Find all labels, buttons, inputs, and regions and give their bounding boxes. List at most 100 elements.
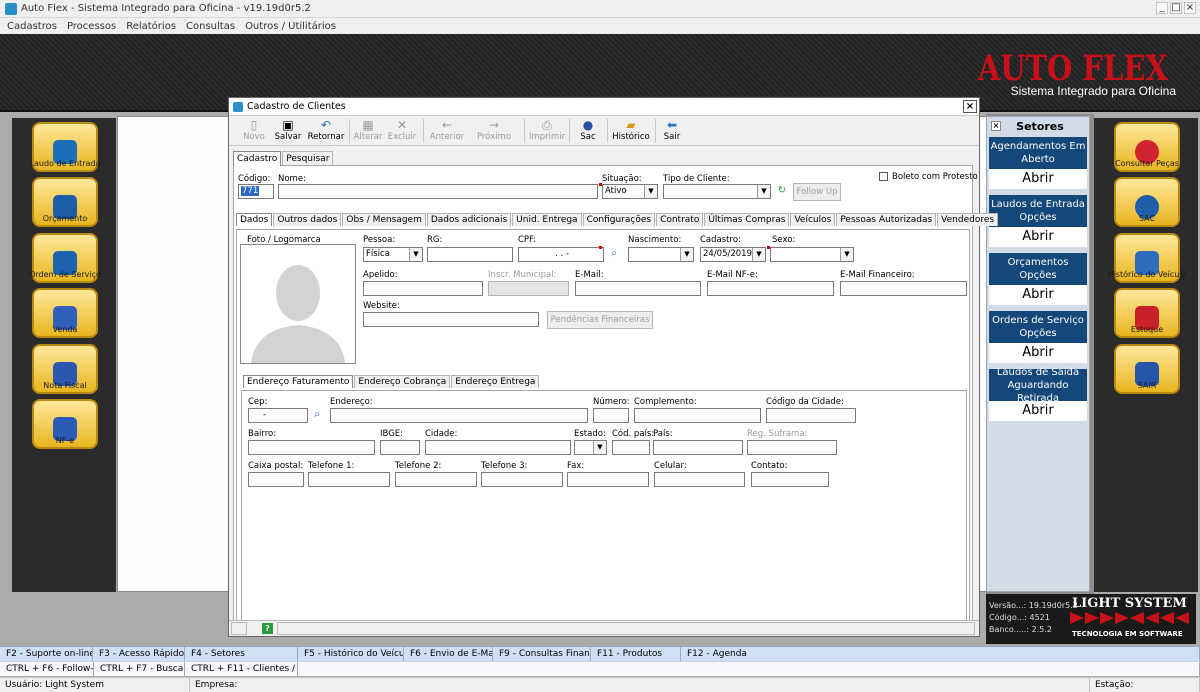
sair-toolbar-button[interactable]: ⬅ Sair (659, 118, 685, 144)
tab-unid-entrega[interactable]: Unid. Entrega (512, 213, 582, 226)
codigo-field[interactable]: 771 (238, 184, 274, 199)
tab-endereco-faturamento[interactable]: Endereço Faturamento (243, 375, 354, 388)
proximo-button[interactable]: → Próximo (474, 118, 514, 144)
alterar-button[interactable]: ▦ Alterar (353, 118, 383, 144)
novo-button[interactable]: ▯ Novo (239, 118, 269, 144)
fkey-consultas[interactable]: F9 - Consultas Financeir (493, 647, 591, 661)
sector-open-button[interactable]: Abrir (989, 343, 1087, 363)
fax-field[interactable] (567, 472, 649, 487)
tab-outros-dados[interactable]: Outros dados (273, 213, 342, 226)
inscr-municipal-field[interactable] (488, 281, 569, 296)
sac-toolbar-button[interactable]: ● Sac (575, 118, 601, 144)
email-financeiro-field[interactable] (840, 281, 967, 296)
pessoa-select[interactable]: Física ▼ (363, 247, 423, 262)
estado-select[interactable]: ▼ (574, 440, 607, 455)
sector-open-button[interactable]: Abrir (989, 285, 1087, 305)
sair-button[interactable]: SAIR (1114, 344, 1180, 394)
cpf-field[interactable]: . . - (518, 247, 604, 262)
maximize-button[interactable]: □ (1170, 2, 1182, 14)
close-icon[interactable]: × (991, 121, 1001, 131)
ordem-servico-button[interactable]: Ordem de Serviço (29, 233, 101, 283)
cadastro-date-field[interactable]: 24/05/2019 ▼ (700, 247, 766, 262)
fkey-setores[interactable]: F4 - Setores (185, 647, 298, 661)
tab-vendedores[interactable]: Vendedores (937, 213, 999, 226)
sector-open-button[interactable]: Abrir (989, 227, 1087, 247)
menu-processos[interactable]: Processos (62, 21, 121, 32)
telefone2-field[interactable] (395, 472, 477, 487)
nota-fiscal-button[interactable]: Nota Fiscal (32, 344, 98, 394)
search-icon[interactable]: ⌕ (310, 408, 324, 423)
laudo-entrada-button[interactable]: Laudo de Entrada (30, 122, 100, 172)
tab-dados-adicionais[interactable]: Dados adicionais (426, 213, 512, 226)
codigo-cidade-field[interactable] (766, 408, 856, 423)
retornar-button[interactable]: ↶ Retornar (307, 118, 345, 144)
tab-endereco-entrega[interactable]: Endereço Entrega (451, 375, 540, 388)
fkey-followup[interactable]: CTRL + F6 - Follow-up (0, 662, 94, 676)
boleto-checkbox[interactable] (879, 172, 888, 181)
nascimento-field[interactable]: ▼ (628, 247, 694, 262)
salvar-button[interactable]: ▣ Salvar (273, 118, 303, 144)
search-icon[interactable]: ⌕ (607, 247, 621, 262)
historico-veiculo-button[interactable]: Histórico do Veículo (1108, 233, 1186, 283)
bairro-field[interactable] (248, 440, 375, 455)
follow-up-button[interactable]: Follow Up (793, 183, 841, 201)
fkey-busca-cep[interactable]: CTRL + F7 - Busca CEI (94, 662, 185, 676)
suframa-field[interactable] (747, 440, 837, 455)
tab-contrato[interactable]: Contrato (656, 213, 704, 226)
excluir-button[interactable]: ✕ Excluir (387, 118, 417, 144)
nfe-button[interactable]: NF-e (32, 399, 98, 449)
consultar-pecas-button[interactable]: Consultar Peças (1114, 122, 1180, 172)
fkey-produtos[interactable]: F11 - Produtos (591, 647, 681, 661)
apelido-field[interactable] (363, 281, 483, 296)
minimize-button[interactable]: _ (1156, 2, 1168, 14)
anterior-button[interactable]: ← Anterior (427, 118, 467, 144)
sexo-select[interactable]: ▼ (770, 247, 854, 262)
rg-field[interactable] (427, 247, 513, 262)
menu-cadastros[interactable]: Cadastros (2, 21, 62, 32)
tipo-cliente-select[interactable]: ▼ (663, 184, 771, 199)
situacao-select[interactable]: Ativo ▼ (602, 184, 658, 199)
pendencias-financeiras-button[interactable]: Pendências Financeiras (547, 311, 653, 329)
tab-dados[interactable]: Dados (236, 213, 273, 226)
orcamento-button[interactable]: Orçamento (32, 177, 98, 227)
photo-frame[interactable] (240, 244, 356, 364)
fkey-agenda[interactable]: F12 - Agenda (681, 647, 1200, 661)
contato-field[interactable] (751, 472, 829, 487)
estoque-button[interactable]: Estoque (1114, 288, 1180, 338)
tab-veiculos[interactable]: Veículos (790, 213, 836, 226)
menu-outros[interactable]: Outros / Utilitários (240, 21, 341, 32)
email-field[interactable] (575, 281, 701, 296)
telefone3-field[interactable] (481, 472, 563, 487)
venda-button[interactable]: Venda (32, 288, 98, 338)
help-icon[interactable]: ? (262, 623, 273, 634)
tab-pessoas-autorizadas[interactable]: Pessoas Autorizadas (836, 213, 937, 226)
sac-button[interactable]: SAC (1114, 177, 1180, 227)
refresh-icon[interactable]: ↻ (775, 184, 789, 199)
historico-button[interactable]: ▰ Histórico (611, 118, 651, 144)
email-nfe-field[interactable] (707, 281, 834, 296)
close-button[interactable]: × (1184, 2, 1196, 14)
ibge-field[interactable] (380, 440, 420, 455)
menu-consultas[interactable]: Consultas (181, 21, 240, 32)
fkey-acesso-rapido[interactable]: F3 - Acesso Rápido (93, 647, 185, 661)
caixa-postal-field[interactable] (248, 472, 304, 487)
menu-relatorios[interactable]: Relatórios (121, 21, 181, 32)
pais-field[interactable] (653, 440, 743, 455)
fkey-email[interactable]: F6 - Envio de E-Mail (404, 647, 493, 661)
fkey-clientes[interactable]: CTRL + F11 - Clientes / Forr (185, 662, 298, 676)
numero-field[interactable] (593, 408, 629, 423)
tab-configuracoes[interactable]: Configurações (582, 213, 656, 226)
fkey-suporte[interactable]: F2 - Suporte on-line (0, 647, 93, 661)
tab-cadastro[interactable]: Cadastro (233, 151, 282, 166)
sector-open-button[interactable]: Abrir (989, 169, 1087, 189)
dialog-close-icon[interactable]: × (963, 100, 977, 113)
tab-ultimas-compras[interactable]: Últimas Compras (704, 213, 790, 226)
celular-field[interactable] (654, 472, 745, 487)
imprimir-button[interactable]: ⎙ Imprimir (529, 118, 565, 144)
website-field[interactable] (363, 312, 539, 327)
tab-obs-mensagem[interactable]: Obs / Mensagem (342, 213, 426, 226)
tab-endereco-cobranca[interactable]: Endereço Cobrança (354, 375, 451, 388)
telefone1-field[interactable] (308, 472, 390, 487)
tab-pesquisar[interactable]: Pesquisar (282, 151, 334, 166)
cidade-field[interactable] (425, 440, 571, 455)
